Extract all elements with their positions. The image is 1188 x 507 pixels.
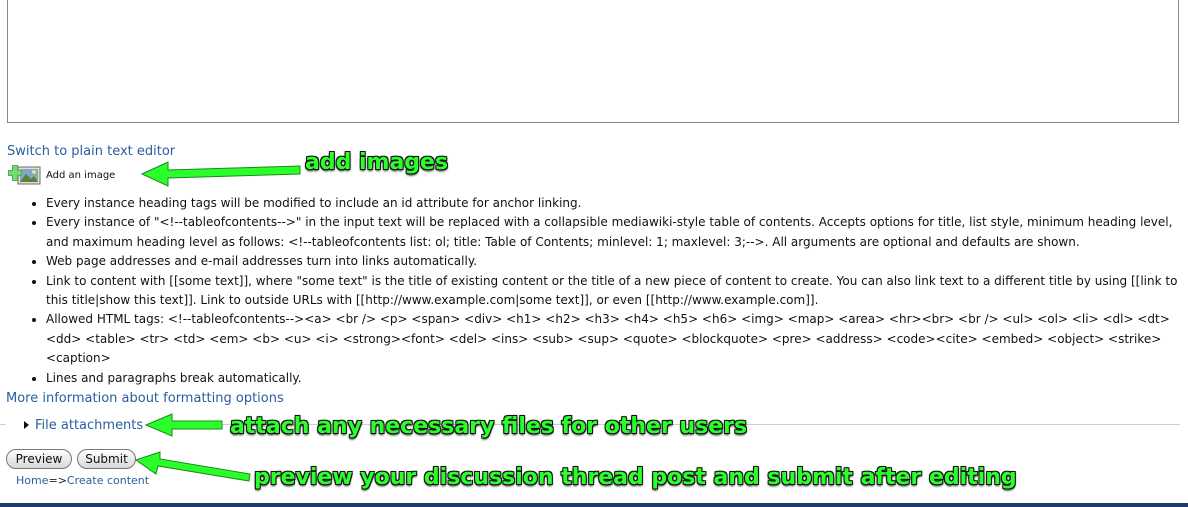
expand-triangle-icon [24,421,29,429]
breadcrumb: Home=>Create content [16,474,149,487]
list-item: Web page addresses and e-mail addresses … [46,252,1188,271]
list-item: Every instance of "<!--tableofcontents--… [46,213,1188,252]
add-image-icon [8,164,42,186]
arrow-preview-submit [134,451,251,482]
breadcrumb-home-link[interactable]: Home [16,474,48,487]
annotation-attach-files: attach any necessary files for other use… [230,414,748,439]
annotation-preview-submit: preview your discussion thread post and … [254,465,1017,490]
body-textarea[interactable] [7,0,1179,123]
add-image-button[interactable]: Add an image [8,164,115,186]
file-attachments-label: File attachments [35,417,144,433]
breadcrumb-separator: => [48,474,67,487]
more-formatting-info-link[interactable]: More information about formatting option… [6,391,284,406]
formatting-tips-list: Every instance heading tags will be modi… [28,194,1188,388]
arrow-add-images [140,161,301,187]
footer-bar [0,503,1188,507]
list-item: Link to content with [[some text]], wher… [46,272,1188,311]
breadcrumb-create-content-link[interactable]: Create content [67,474,149,487]
preview-button[interactable]: Preview [6,449,72,469]
annotation-add-images: add images [305,150,449,175]
list-item: Allowed HTML tags: <!--tableofcontents--… [46,310,1188,368]
submit-button[interactable]: Submit [77,449,136,469]
list-item: Every instance heading tags will be modi… [46,194,1188,213]
file-attachments-toggle[interactable]: File attachments [6,415,148,435]
list-item: Lines and paragraphs break automatically… [46,369,1188,388]
switch-editor-link[interactable]: Switch to plain text editor [7,144,175,159]
add-image-label: Add an image [46,169,116,181]
